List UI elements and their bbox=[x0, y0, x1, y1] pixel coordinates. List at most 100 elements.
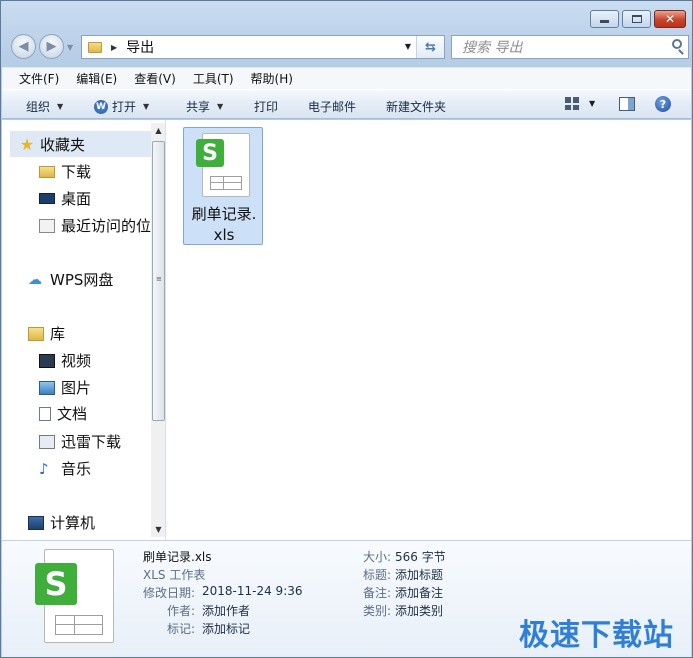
scrollbar-thumb[interactable]: ≡ bbox=[152, 141, 165, 421]
file-name-line: xls bbox=[213, 226, 235, 244]
detail-tags-value[interactable]: 添加标记 bbox=[202, 620, 250, 637]
new-folder-button[interactable]: 新建文件夹 bbox=[386, 98, 446, 115]
minimize-button[interactable] bbox=[590, 10, 619, 28]
sidebar-item-computer[interactable]: 计算机 bbox=[28, 512, 95, 533]
recent-pages-dropdown[interactable]: ▼ bbox=[67, 43, 73, 52]
print-button[interactable]: 打印 bbox=[254, 98, 278, 115]
detail-author-label: 作者: bbox=[167, 604, 196, 618]
detail-size-label: 大小: bbox=[363, 550, 392, 564]
open-button[interactable]: W 打开 ▼ bbox=[94, 98, 149, 115]
detail-file-type: XLS 工作表 bbox=[143, 568, 206, 582]
recent-places-icon bbox=[39, 218, 55, 233]
organize-button[interactable]: 组织 ▼ bbox=[26, 98, 63, 115]
minimize-icon bbox=[600, 20, 609, 23]
close-button[interactable]: ✕ bbox=[654, 10, 686, 28]
search-input[interactable]: 搜索 导出 bbox=[462, 37, 522, 57]
site-watermark: 极速下载站 bbox=[519, 618, 674, 653]
scroll-down-icon[interactable]: ▼ bbox=[151, 522, 165, 537]
caption-buttons: ✕ bbox=[587, 10, 686, 28]
wps-spreadsheet-icon: S bbox=[196, 133, 252, 199]
refresh-button[interactable]: ⇆ bbox=[416, 36, 444, 58]
sidebar-item-documents[interactable]: 文档 bbox=[39, 403, 87, 424]
print-label: 打印 bbox=[254, 100, 279, 114]
address-dropdown-icon[interactable]: ▼ bbox=[405, 42, 411, 51]
picture-icon bbox=[39, 380, 55, 395]
change-view-icon[interactable] bbox=[565, 97, 579, 110]
sidebar-item-desktop[interactable]: 桌面 bbox=[39, 188, 91, 209]
menu-tools[interactable]: 工具(T) bbox=[193, 70, 234, 87]
sidebar-item-label: WPS网盘 bbox=[50, 271, 114, 289]
wps-spreadsheet-large-icon: S bbox=[35, 549, 117, 645]
close-icon: ✕ bbox=[664, 12, 676, 26]
sidebar-item-videos[interactable]: 视频 bbox=[39, 350, 91, 371]
address-bar[interactable]: ▶ 导出 ▼ ⇆ bbox=[81, 35, 445, 59]
scroll-up-icon[interactable]: ▲ bbox=[151, 123, 165, 138]
sidebar-item-label: 最近访问的位 bbox=[61, 217, 152, 235]
file-name-label: 刷单记录. xls bbox=[184, 204, 264, 246]
breadcrumb-chevron-icon[interactable]: ▶ bbox=[111, 43, 117, 52]
command-bar: 组织 ▼ W 打开 ▼ 共享 ▼ 打印 电子邮件 新建文件夹 ▼ ? bbox=[2, 89, 691, 119]
maximize-icon bbox=[631, 15, 642, 23]
detail-author-value[interactable]: 添加作者 bbox=[202, 602, 250, 619]
menu-bar: 文件(F) 编辑(E) 查看(V) 工具(T) 帮助(H) bbox=[2, 67, 691, 89]
sidebar-item-label: 视频 bbox=[61, 352, 92, 370]
breadcrumb-current[interactable]: 导出 bbox=[126, 37, 154, 57]
search-box[interactable]: 搜索 导出 bbox=[451, 35, 689, 59]
sidebar-item-label: 库 bbox=[50, 325, 66, 343]
sidebar-item-favorites[interactable]: ★ 收藏夹 bbox=[19, 134, 85, 155]
sidebar-item-thunder[interactable]: 迅雷下载 bbox=[39, 431, 121, 452]
view-options-dropdown[interactable]: ▼ bbox=[589, 99, 595, 108]
folder-icon bbox=[88, 41, 102, 53]
chevron-down-icon: ▼ bbox=[57, 102, 64, 111]
back-button[interactable]: ◀ bbox=[11, 34, 36, 59]
search-icon[interactable] bbox=[672, 39, 682, 49]
detail-size-value: 566 字节 bbox=[395, 550, 446, 564]
preview-pane-icon[interactable] bbox=[619, 97, 635, 111]
sidebar-item-music[interactable]: ♪ 音乐 bbox=[39, 458, 91, 479]
detail-tags-label: 标记: bbox=[167, 622, 196, 636]
share-label: 共享 bbox=[186, 100, 211, 114]
sidebar-item-label: 收藏夹 bbox=[40, 136, 86, 154]
document-icon bbox=[39, 406, 51, 421]
thunder-download-icon bbox=[39, 434, 55, 449]
sidebar-item-label: 下载 bbox=[61, 163, 92, 181]
file-list: S 刷单记录. xls bbox=[167, 120, 691, 540]
sidebar-item-downloads[interactable]: 下载 bbox=[39, 161, 91, 182]
detail-modified-value: 2018-11-24 9:36 bbox=[202, 584, 303, 598]
desktop-icon bbox=[39, 193, 55, 204]
file-item[interactable]: S 刷单记录. xls bbox=[183, 127, 263, 245]
sidebar-item-pictures[interactable]: 图片 bbox=[39, 377, 91, 398]
nav-scrollbar[interactable]: ▲ ≡ ▼ bbox=[151, 123, 165, 537]
help-icon[interactable]: ? bbox=[655, 96, 671, 112]
explorer-window: ✕ ◀ ▶ ▼ ▶ 导出 ▼ ⇆ 搜索 导出 文件(F) 编辑(E) 查看(V)… bbox=[0, 0, 693, 658]
detail-modified-label: 修改日期: bbox=[143, 586, 196, 600]
sidebar-item-label: 文档 bbox=[57, 405, 88, 423]
menu-file[interactable]: 文件(F) bbox=[19, 70, 59, 87]
menu-edit[interactable]: 编辑(E) bbox=[76, 70, 117, 87]
forward-button[interactable]: ▶ bbox=[39, 34, 64, 59]
back-arrow-icon: ◀ bbox=[18, 39, 29, 54]
navigation-pane: ★ 收藏夹 下载 桌面 最近访问的位 ☁ WPS网盘 库 视频 图片 文档 迅雷… bbox=[2, 120, 166, 540]
sidebar-item-label: 桌面 bbox=[61, 190, 92, 208]
sidebar-item-wps-drive[interactable]: ☁ WPS网盘 bbox=[28, 269, 113, 290]
detail-title-value[interactable]: 添加标题 bbox=[395, 566, 443, 583]
menu-view[interactable]: 查看(V) bbox=[134, 70, 176, 87]
sidebar-item-label: 计算机 bbox=[50, 514, 96, 532]
share-button[interactable]: 共享 ▼ bbox=[186, 98, 223, 115]
menu-help[interactable]: 帮助(H) bbox=[251, 70, 293, 87]
organize-label: 组织 bbox=[26, 100, 51, 114]
detail-category-value[interactable]: 添加类别 bbox=[395, 602, 443, 619]
computer-icon bbox=[28, 515, 44, 530]
detail-notes-value[interactable]: 添加备注 bbox=[395, 584, 443, 601]
detail-file-name: 刷单记录.xls bbox=[143, 550, 212, 564]
star-icon: ★ bbox=[19, 135, 35, 154]
maximize-button[interactable] bbox=[622, 10, 651, 28]
chevron-down-icon: ▼ bbox=[143, 102, 150, 111]
sidebar-item-recent[interactable]: 最近访问的位 bbox=[39, 215, 151, 236]
forward-arrow-icon: ▶ bbox=[46, 39, 57, 54]
cloud-icon: ☁ bbox=[28, 271, 42, 288]
email-button[interactable]: 电子邮件 bbox=[308, 98, 356, 115]
library-icon bbox=[28, 326, 44, 341]
sidebar-item-libraries[interactable]: 库 bbox=[28, 323, 65, 344]
new-folder-label: 新建文件夹 bbox=[386, 100, 447, 114]
